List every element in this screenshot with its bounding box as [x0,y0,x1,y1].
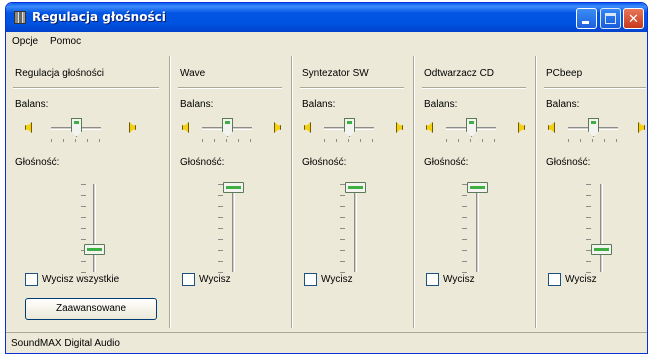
checkbox-box[interactable] [426,273,439,286]
right-speaker-icon [514,121,525,133]
balance-label: Balans: [424,99,458,110]
channel-master: Regulacja głośności Balans: Głośność: Wy… [7,54,167,332]
channel-wave: Wave Balans: Głośność: Wycisz [172,54,290,332]
balance-slider-thumb[interactable] [466,118,477,137]
mute-label[interactable]: Wycisz [443,274,475,285]
mixer-app-icon [14,11,26,24]
balance-label: Balans: [546,99,580,110]
minimize-icon [582,21,589,24]
balance-slider-thumb[interactable] [222,118,233,137]
status-device-name: SoundMAX Digital Audio [11,338,120,349]
volume-slider-track[interactable] [600,184,603,272]
channel-separator [535,56,537,328]
balance-ticks [568,139,618,142]
mute-label[interactable]: Wycisz [565,274,597,285]
menu-bar: Opcje Pomoc [6,32,647,52]
volume-control-window: Regulacja głośności ✕ Opcje Pomoc Regula… [5,2,648,354]
channel-name: Syntezator SW [302,68,369,79]
channel-divider [300,87,404,89]
channel-name: Wave [180,68,206,79]
channel-cd-player: Odtwarzacz CD Balans: Głośność: Wycisz [416,54,534,332]
left-speaker-icon [426,121,437,133]
channel-name: Odtwarzacz CD [424,68,495,79]
balance-label: Balans: [15,99,49,110]
channel-separator [413,56,415,328]
balance-slider-thumb[interactable] [71,118,82,137]
right-speaker-icon [125,121,136,133]
balance-slider-thumb[interactable] [588,118,599,137]
left-speaker-icon [182,121,193,133]
channel-sw-synth: Syntezator SW Balans: Głośność: Wycisz [294,54,412,332]
volume-ticks [81,184,86,274]
mute-all-label[interactable]: Wycisz wszystkie [42,274,119,285]
volume-slider-thumb[interactable] [591,243,612,255]
channel-name: Regulacja głośności [15,68,104,79]
volume-slider-track[interactable] [354,184,357,272]
volume-slider-thumb[interactable] [467,182,488,193]
maximize-icon [605,13,616,24]
volume-label: Głośność: [424,157,469,168]
channel-divider [422,87,526,89]
channel-divider [13,87,159,89]
volume-slider-track[interactable] [93,184,96,272]
window-title: Regulacja głośności [32,10,166,24]
left-speaker-icon [548,121,559,133]
volume-label: Głośność: [15,157,60,168]
minimize-button[interactable] [576,8,597,29]
mute-label[interactable]: Wycisz [199,274,231,285]
title-bar[interactable]: Regulacja głośności ✕ [6,3,647,32]
menu-help[interactable]: Pomoc [50,36,81,47]
balance-label: Balans: [302,99,336,110]
right-speaker-icon [270,121,281,133]
status-bar: SoundMAX Digital Audio [6,332,647,353]
right-speaker-icon [392,121,403,133]
channel-separator [169,56,171,328]
channel-pc-beep: PCbeep Balans: Głośność: Wycisz [538,54,646,332]
advanced-button[interactable]: Zaawansowane [25,298,157,320]
balance-label: Balans: [180,99,214,110]
mute-label[interactable]: Wycisz [321,274,353,285]
volume-slider-thumb[interactable] [345,182,366,193]
channel-panel: Regulacja głośności Balans: Głośność: Wy… [7,54,646,332]
volume-label: Głośność: [180,157,225,168]
volume-ticks [340,184,345,274]
volume-slider-track[interactable] [476,184,479,272]
volume-slider-track[interactable] [232,184,235,272]
volume-slider-thumb[interactable] [223,182,244,193]
channel-divider [544,87,646,89]
checkbox-box[interactable] [304,273,317,286]
channel-divider [178,87,282,89]
checkbox-box[interactable] [25,273,38,286]
volume-ticks [586,184,591,274]
volume-slider-thumb[interactable] [84,243,105,255]
left-speaker-icon [25,121,36,133]
left-speaker-icon [304,121,315,133]
right-speaker-icon [634,121,645,133]
volume-label: Głośność: [546,157,591,168]
balance-slider-thumb[interactable] [344,118,355,137]
volume-ticks [462,184,467,274]
volume-ticks [218,184,223,274]
volume-label: Głośność: [302,157,347,168]
channel-separator [291,56,293,328]
close-icon: ✕ [628,11,639,26]
menu-options[interactable]: Opcje [12,36,38,47]
balance-ticks [324,139,374,142]
balance-ticks [202,139,252,142]
checkbox-box[interactable] [182,273,195,286]
balance-ticks [446,139,496,142]
close-button[interactable]: ✕ [623,8,644,29]
maximize-button[interactable] [600,8,621,29]
balance-ticks [51,139,101,142]
checkbox-box[interactable] [548,273,561,286]
channel-name: PCbeep [546,68,583,79]
